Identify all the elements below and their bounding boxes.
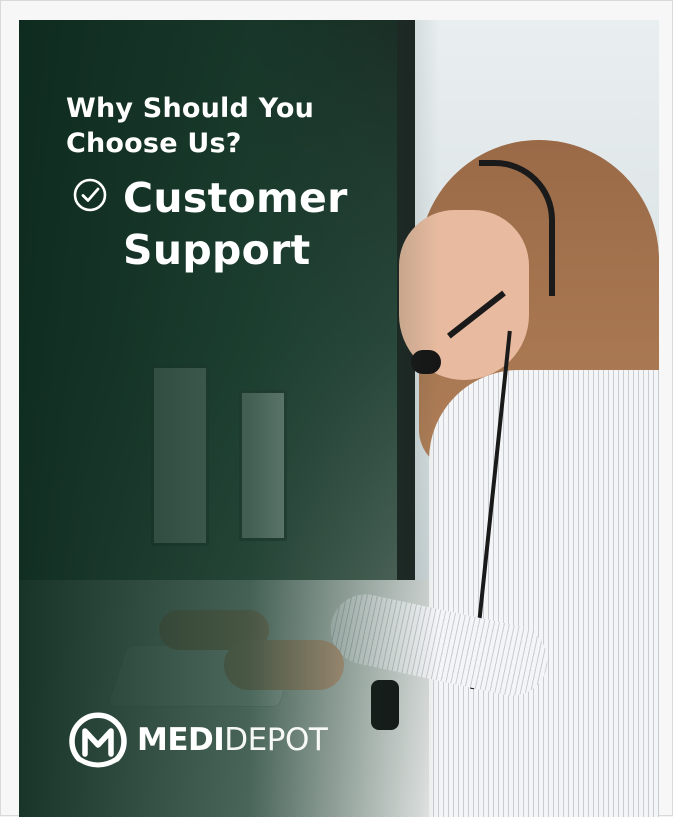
section-heading: Why Should You Choose Us?: [66, 91, 314, 161]
brand-name-medi: MEDI: [137, 722, 225, 758]
brand-logo: MEDI DEPOT: [65, 707, 328, 773]
page-frame: Why Should You Choose Us? Customer Suppo…: [0, 0, 673, 817]
heading-line-2: Choose Us?: [66, 128, 242, 159]
medidepot-logo-icon: [69, 712, 127, 768]
feature-title-line-1: Customer: [123, 174, 348, 222]
feature-item: Customer Support: [73, 172, 383, 276]
check-circle-icon: [73, 178, 107, 212]
feature-title: Customer Support: [123, 172, 383, 276]
brand-name-depot: DEPOT: [224, 722, 328, 758]
heading-line-1: Why Should You: [66, 93, 315, 124]
promo-card: Why Should You Choose Us? Customer Suppo…: [19, 20, 659, 817]
feature-title-line-2: Support: [123, 226, 311, 274]
